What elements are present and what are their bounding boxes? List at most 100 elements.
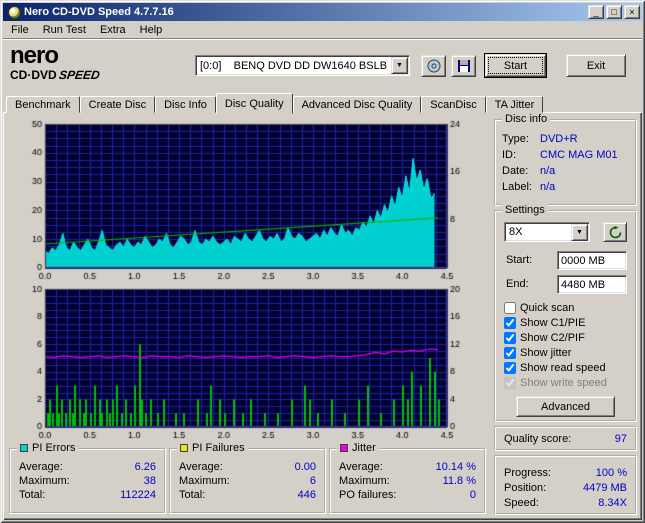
tab-ta-jitter[interactable]: TA Jitter	[485, 96, 544, 113]
disc-date-label: Date:	[502, 165, 529, 177]
stat-row: PO failures: 0	[339, 488, 476, 502]
pi-errors-total-label: Total:	[19, 489, 46, 501]
tab-disc-quality[interactable]: Disc Quality	[215, 93, 293, 114]
pi-failures-legend-icon	[180, 444, 188, 452]
menu-run-test[interactable]: Run Test	[36, 22, 93, 38]
show-read-speed-checkbox[interactable]	[504, 361, 516, 374]
pi-errors-maximum-value: 38	[143, 475, 156, 487]
pi-errors-rows: Average: 6.26 Maximum: 38 Total: 112224	[11, 450, 164, 502]
quick-scan-option[interactable]: Quick scan	[504, 300, 633, 315]
show-jitter-option[interactable]: Show jitter	[504, 345, 633, 360]
tab-benchmark[interactable]: Benchmark	[6, 96, 80, 113]
jitter-maximum-value: 11.8 %	[442, 475, 476, 487]
maximize-button[interactable]: □	[606, 5, 622, 19]
start-position-field[interactable]	[557, 251, 627, 270]
show-write-speed-option: Show write speed	[504, 375, 633, 390]
pi-errors-stats-group: PI Errors Average: 6.26 Maximum: 38 Tota…	[9, 442, 166, 514]
show-write-speed-label: Show write speed	[520, 376, 607, 389]
pi-errors-total-value: 112224	[120, 489, 156, 501]
pi-failures-maximum-value: 6	[309, 475, 316, 487]
scan-speed-select[interactable]: 8X ▼	[504, 222, 590, 242]
settings-title: Settings	[502, 204, 548, 216]
scan-speed-value: 8X	[509, 226, 523, 238]
drive-select-value: [0:0] BENQ DVD DD DW1640 BSLB	[200, 59, 388, 72]
disc-tool-button[interactable]	[421, 55, 446, 77]
drive-select[interactable]: [0:0] BENQ DVD DD DW1640 BSLB ▼	[195, 55, 410, 76]
window-title: Nero CD-DVD Speed 4.7.7.16	[24, 6, 174, 18]
speed-value: 8.34X	[598, 496, 627, 509]
progress-group: Progress: 100 % Position: 4479 MB Speed:…	[494, 455, 637, 515]
close-button[interactable]: ×	[624, 5, 640, 19]
arrow-glyph: ▼	[396, 62, 403, 69]
menu-divider	[3, 38, 642, 40]
show-c1-pie-option[interactable]: Show C1/PIE	[504, 315, 633, 330]
pi-failures-total-label: Total:	[179, 489, 206, 501]
disc-label-value: n/a	[540, 181, 556, 193]
exit-button[interactable]: Exit	[566, 54, 626, 77]
cddvd-speed-logo-text: CD·DVDSPEED	[10, 68, 160, 82]
disc-info-title: Disc info	[502, 113, 551, 125]
jitter-rows: Average: 10.14 % Maximum: 11.8 % PO fail…	[331, 450, 484, 502]
minimize-button[interactable]: _	[588, 5, 604, 19]
stat-row: Average: 0.00	[179, 460, 316, 474]
tab-bar: Benchmark Create Disc Disc Info Disc Qua…	[6, 93, 544, 114]
pi-errors-stats-title: PI Errors	[17, 442, 79, 454]
show-read-speed-option[interactable]: Show read speed	[504, 360, 633, 375]
disc-type-row: Type: DVD+R	[502, 131, 629, 147]
pi-failures-average-value: 0.00	[294, 461, 316, 473]
show-c2-pif-option[interactable]: Show C2/PIF	[504, 330, 633, 345]
dropdown-arrow-icon[interactable]: ▼	[571, 223, 588, 241]
menu-help[interactable]: Help	[133, 22, 170, 38]
jitter-average-label: Average:	[339, 461, 383, 473]
quick-scan-checkbox[interactable]	[504, 301, 516, 314]
app-window: Nero CD-DVD Speed 4.7.7.16 _ □ × File Ru…	[0, 0, 645, 523]
disc-label-label: Label:	[502, 181, 532, 193]
end-position-label: End:	[506, 278, 529, 290]
pi-errors-average-value: 6.26	[134, 461, 156, 473]
position-label: Position:	[504, 481, 547, 494]
pi-errors-maximum-label: Maximum:	[19, 475, 70, 487]
settings-group: Settings 8X ▼ Start: End: Quick scan Sho…	[494, 204, 637, 422]
menubar: File Run Test Extra Help	[3, 21, 642, 38]
start-button[interactable]: Start	[485, 54, 546, 77]
tab-advanced-disc-quality[interactable]: Advanced Disc Quality	[292, 96, 422, 113]
menu-file[interactable]: File	[4, 22, 36, 38]
quality-score-value: 97	[614, 432, 627, 445]
jitter-average-value: 10.14 %	[435, 461, 476, 473]
show-write-speed-checkbox	[504, 376, 516, 389]
end-position-field[interactable]	[557, 275, 627, 294]
show-c1-pie-label: Show C1/PIE	[520, 316, 586, 329]
pi-failures-stats-title: PI Failures	[177, 442, 248, 454]
progress-row: Progress: 100 %	[504, 465, 627, 480]
progress-label: Progress:	[504, 466, 552, 479]
disc-icon	[427, 59, 440, 73]
start-position-label: Start:	[506, 254, 533, 266]
pi-errors-average-label: Average:	[19, 461, 63, 473]
show-c1-pie-checkbox[interactable]	[504, 316, 516, 329]
disc-date-value: n/a	[540, 165, 556, 177]
show-jitter-checkbox[interactable]	[504, 346, 516, 359]
jitter-stats-title: Jitter	[337, 442, 379, 454]
speed-label: Speed:	[504, 496, 539, 509]
jitter-maximum-label: Maximum:	[339, 475, 390, 487]
position-row: Position: 4479 MB	[504, 480, 627, 495]
show-c2-pif-checkbox[interactable]	[504, 331, 516, 344]
pi-failures-average-label: Average:	[179, 461, 223, 473]
disc-label-row: Label: n/a	[502, 179, 629, 195]
tab-scandisc[interactable]: ScanDisc	[421, 96, 486, 113]
logo-speed: SPEED	[57, 68, 101, 82]
pi-failures-stats-group: PI Failures Average: 0.00 Maximum: 6 Tot…	[169, 442, 326, 514]
quality-score-label: Quality score:	[504, 432, 572, 445]
refresh-button[interactable]	[603, 222, 627, 242]
tab-disc-info[interactable]: Disc Info	[155, 96, 216, 113]
disc-type-value: DVD+R	[540, 133, 578, 145]
advanced-button[interactable]: Advanced	[516, 396, 615, 417]
menu-extra[interactable]: Extra	[93, 22, 133, 38]
pi-failures-total-value: 446	[297, 489, 316, 501]
logo-cddvd: CD·DVD	[10, 68, 57, 82]
dropdown-arrow-icon[interactable]: ▼	[391, 57, 408, 74]
progress-value: 100 %	[595, 466, 627, 479]
tab-create-disc[interactable]: Create Disc	[79, 96, 156, 113]
save-button[interactable]	[451, 55, 476, 77]
stat-row: Average: 6.26	[19, 460, 156, 474]
